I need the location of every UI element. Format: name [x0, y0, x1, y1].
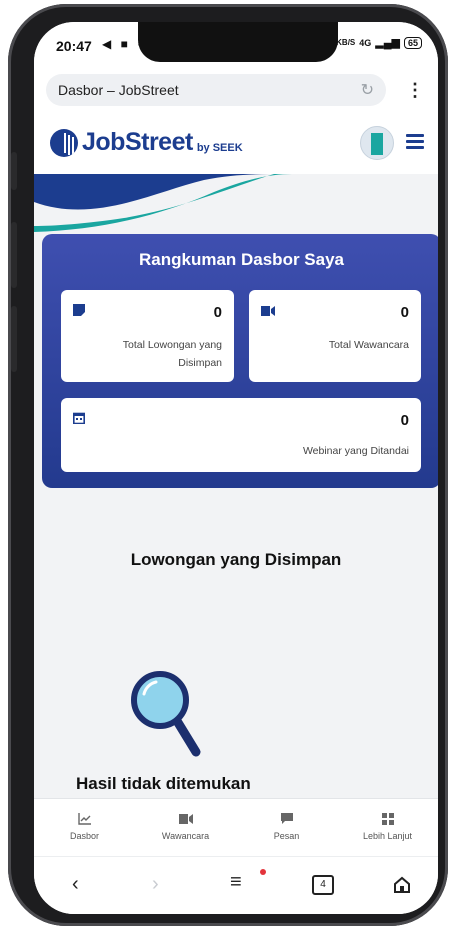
- camera-notch: [138, 22, 338, 62]
- tabs-count-icon[interactable]: 4: [312, 875, 334, 895]
- video-camera-icon: [178, 814, 193, 824]
- dashboard-summary: Rangkuman Dasbor Saya 0 Total Lowongan y…: [42, 234, 438, 488]
- nav-item-interviews[interactable]: Wawancara: [135, 799, 236, 857]
- webinars-label: Webinar yang Ditandai: [302, 445, 409, 457]
- nav-label-messages: Pesan: [273, 831, 300, 841]
- phone-frame: 20:47 ◀ ■ ⚙ ◉ 20,0 KB/S 4G ▂▄▆ 65 Dasbor…: [8, 4, 448, 926]
- chart-icon: [77, 813, 91, 825]
- address-bar[interactable]: Dasbor – JobStreet ↻: [46, 74, 386, 106]
- interviews-count: 0: [400, 304, 409, 321]
- nav-label-more: Lebih Lanjut: [362, 831, 413, 841]
- bottom-nav: Dasbor Wawancara Pesan Lebih Lanjut: [34, 798, 438, 857]
- reload-icon[interactable]: ↻: [361, 80, 374, 100]
- magnifier-icon: [131, 671, 201, 757]
- saved-jobs-label: Total Lowongan yang Disimpan: [122, 339, 222, 369]
- nav-item-messages[interactable]: Pesan: [236, 799, 337, 857]
- card-interviews[interactable]: 0 Total Wawancara: [249, 290, 421, 382]
- network-type: 4G: [359, 37, 372, 48]
- browser-menu-icon[interactable]: ⋮: [406, 80, 424, 101]
- calendar-icon: [73, 412, 85, 424]
- hamburger-menu-icon[interactable]: [406, 134, 424, 149]
- chat-icon: [280, 813, 293, 824]
- notification-dot: [260, 869, 266, 875]
- dashboard-title: Rangkuman Dasbor Saya: [138, 250, 344, 269]
- card-saved-jobs[interactable]: 0 Total Lowongan yang Disimpan: [61, 290, 234, 382]
- tab-title: Dasbor – JobStreet: [58, 82, 179, 98]
- logo-mark-icon: [50, 128, 78, 157]
- webinars-count: 0: [400, 412, 409, 429]
- battery-level: 65: [403, 36, 422, 49]
- signal-icon: ▂▄▆: [375, 37, 400, 49]
- company-avatar[interactable]: [360, 126, 394, 160]
- phone-volume-down: [11, 306, 17, 372]
- empty-state-title: Hasil tidak ditemukan: [76, 774, 251, 793]
- bookmark-icon: [73, 304, 85, 316]
- home-icon[interactable]: [392, 875, 412, 895]
- nav-label-interviews: Wawancara: [161, 831, 210, 841]
- browser-bar: Dasbor – JobStreet ↻ ⋮: [34, 70, 438, 116]
- nav-item-more[interactable]: Lebih Lanjut: [337, 799, 438, 857]
- logo-text: JobStreet: [82, 128, 193, 156]
- forward-icon[interactable]: ›: [152, 873, 159, 896]
- video-camera-icon: [261, 306, 275, 316]
- site-header: JobStreet by SEEK: [34, 116, 438, 174]
- card-webinars[interactable]: 0 Webinar yang Ditandai: [61, 398, 421, 472]
- phone-side-button: [11, 152, 17, 190]
- nav-label-dashboard: Dasbor: [69, 831, 99, 841]
- grid-icon: [381, 813, 394, 825]
- back-icon[interactable]: ‹: [72, 873, 79, 896]
- logo-suffix: by SEEK: [196, 141, 243, 154]
- menu-icon[interactable]: ≡: [230, 871, 242, 894]
- interviews-label: Total Wawancara: [328, 339, 409, 351]
- saved-jobs-count: 0: [213, 304, 222, 321]
- saved-jobs-title: Lowongan yang Disimpan: [130, 550, 342, 569]
- system-nav-bar: ‹ › ≡ 4: [34, 856, 438, 914]
- screen: 20:47 ◀ ■ ⚙ ◉ 20,0 KB/S 4G ▂▄▆ 65 Dasbor…: [34, 22, 438, 914]
- status-time: 20:47: [56, 38, 92, 54]
- jobstreet-logo[interactable]: JobStreet by SEEK: [50, 128, 243, 157]
- phone-volume-up: [11, 222, 17, 288]
- nav-item-dashboard[interactable]: Dasbor: [34, 799, 135, 857]
